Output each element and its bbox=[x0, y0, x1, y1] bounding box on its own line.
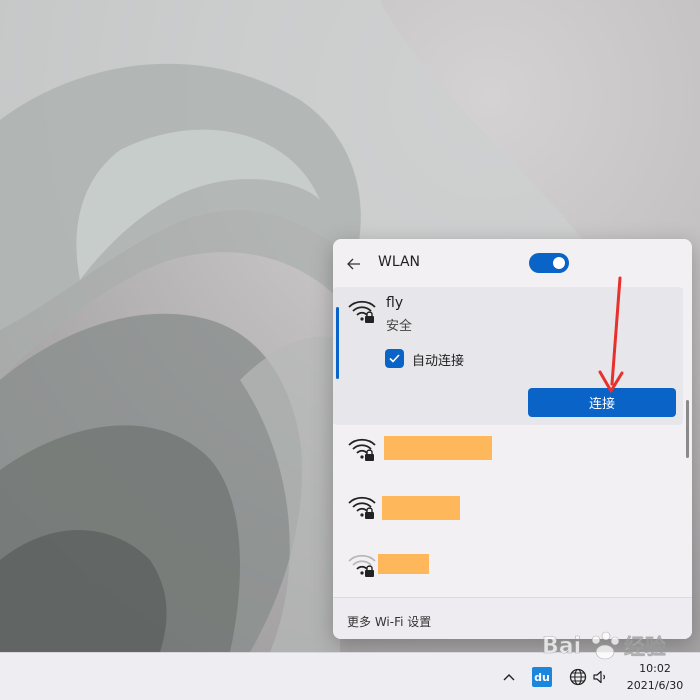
network-list: fly 安全 自动连接 连接 bbox=[333, 287, 692, 597]
wifi-toggle[interactable] bbox=[529, 253, 569, 273]
redacted-network-name bbox=[378, 554, 429, 574]
flyout-header: WLAN bbox=[333, 239, 692, 287]
selection-indicator bbox=[336, 307, 339, 379]
wifi-lock-icon bbox=[348, 496, 376, 519]
tray-app-icon[interactable]: du bbox=[532, 667, 552, 687]
auto-connect-checkbox[interactable] bbox=[385, 349, 404, 368]
redacted-network-name bbox=[384, 436, 492, 460]
connect-button[interactable]: 连接 bbox=[528, 388, 676, 417]
page-title: WLAN bbox=[378, 254, 421, 270]
checkmark-icon bbox=[389, 354, 400, 363]
back-button[interactable] bbox=[345, 255, 363, 273]
taskbar: du 10:02 2021/6/30 bbox=[0, 652, 700, 700]
network-item[interactable] bbox=[333, 483, 683, 531]
wifi-lock-icon bbox=[348, 554, 376, 577]
chevron-up-icon bbox=[503, 674, 515, 681]
redacted-network-name bbox=[382, 496, 460, 520]
scrollbar-thumb[interactable] bbox=[686, 400, 689, 458]
network-item-selected[interactable]: fly 安全 自动连接 连接 bbox=[333, 287, 683, 425]
clock-date: 2021/6/30 bbox=[626, 679, 684, 692]
network-status: 安全 bbox=[386, 319, 413, 334]
wifi-lock-icon bbox=[348, 300, 376, 323]
network-item[interactable] bbox=[333, 425, 683, 473]
wlan-flyout: WLAN fly 安全 自动连接 连接 更多 Wi-Fi 设置 bbox=[333, 239, 692, 639]
network-name: fly bbox=[386, 295, 404, 311]
taskbar-clock[interactable]: 10:02 2021/6/30 bbox=[620, 660, 690, 694]
show-hidden-icons-button[interactable] bbox=[500, 668, 518, 686]
clock-time: 10:02 bbox=[639, 662, 671, 675]
volume-icon[interactable] bbox=[592, 667, 608, 687]
network-item[interactable] bbox=[333, 541, 683, 589]
flyout-footer: 更多 Wi-Fi 设置 bbox=[333, 597, 692, 639]
auto-connect-label: 自动连接 bbox=[412, 354, 465, 369]
globe-icon[interactable] bbox=[568, 667, 588, 687]
more-wifi-settings-link[interactable]: 更多 Wi-Fi 设置 bbox=[347, 613, 431, 630]
wifi-lock-icon bbox=[348, 438, 376, 461]
toggle-knob bbox=[553, 257, 565, 269]
back-arrow-icon bbox=[347, 258, 360, 270]
